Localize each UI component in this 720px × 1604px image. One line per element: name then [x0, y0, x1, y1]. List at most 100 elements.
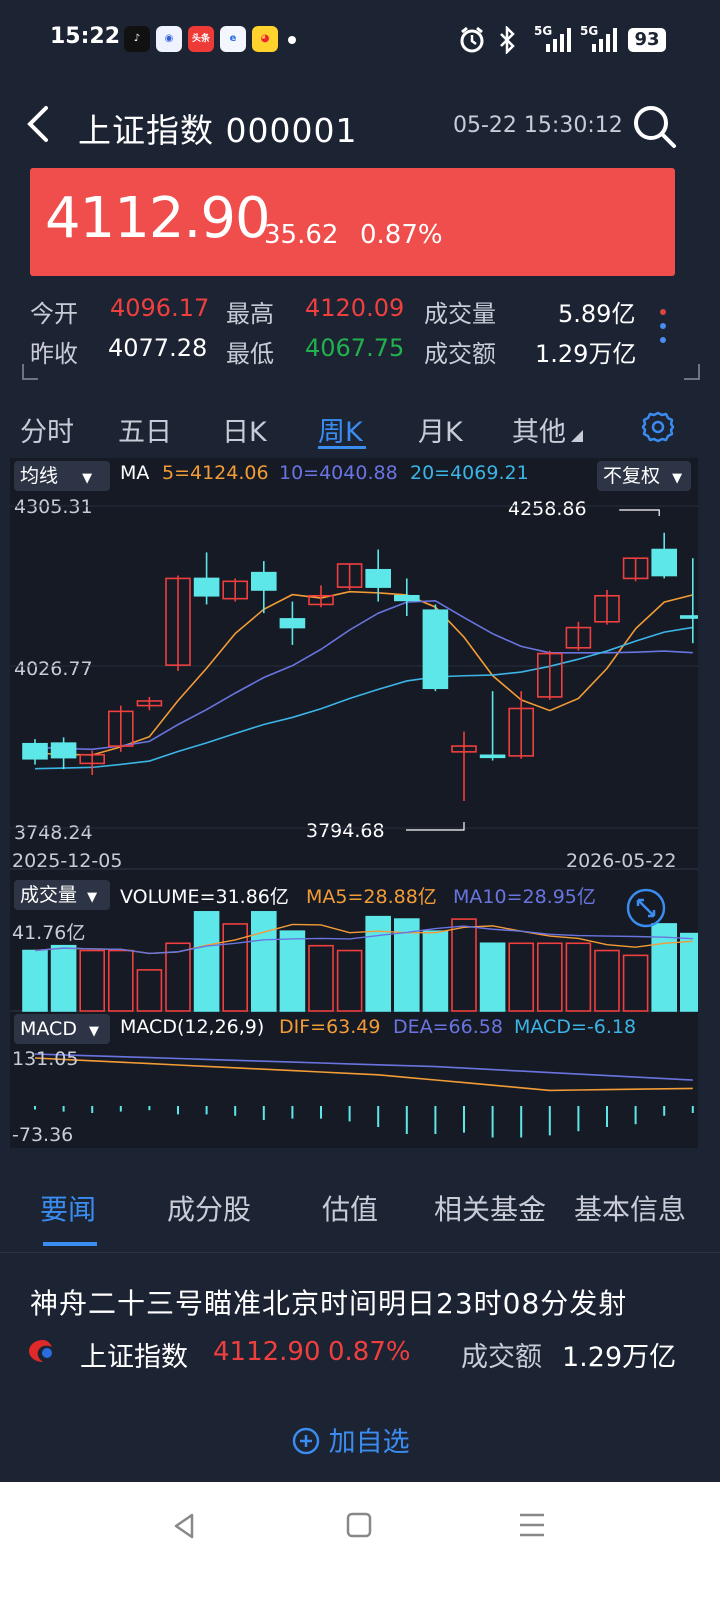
high-value: 4120.09	[305, 294, 405, 322]
index-logo-icon	[29, 1340, 52, 1362]
battery-indicator: 93	[628, 28, 666, 52]
kline-svg	[10, 505, 698, 1138]
ticker-amount-label: 成交额	[461, 1342, 542, 1373]
browser-icon: e	[220, 26, 246, 52]
last-price: 4112.90	[45, 186, 271, 251]
volume-bar	[251, 911, 277, 1012]
prev-close-value: 4077.28	[108, 334, 208, 362]
macd-params: MACD(12,26,9)	[120, 1016, 265, 1038]
ticker-name: 上证指数	[80, 1342, 188, 1373]
page-title: 上证指数 000001	[78, 111, 358, 150]
nav-home-icon[interactable]	[346, 1512, 372, 1538]
amount-value: 1.29万亿	[535, 340, 637, 368]
low-value: 4067.75	[305, 334, 405, 362]
system-nav-bar	[0, 1482, 720, 1604]
macd-dropdown[interactable]: MACD ▼	[14, 1014, 110, 1044]
volume-bar	[193, 911, 220, 1012]
ma5-line	[34, 590, 693, 756]
volume-bar	[308, 944, 334, 1012]
candle-body	[22, 742, 48, 760]
status-time: 15:22	[50, 24, 121, 49]
gear-icon[interactable]	[641, 410, 675, 444]
macd-dea: DEA=66.58	[393, 1016, 503, 1038]
candle-body	[193, 577, 220, 597]
baidu-icon: ◉	[156, 26, 182, 52]
tab-intraday[interactable]: 分时	[20, 410, 74, 449]
bluetooth-icon	[500, 26, 515, 54]
tab-other[interactable]: 其他	[512, 410, 566, 449]
candle-body	[393, 594, 420, 602]
volume-bar	[594, 949, 620, 1012]
volume-dropdown-label: 成交量	[20, 884, 78, 906]
news-headline[interactable]: 神舟二十三号瞄准北京时间明日23时08分发射	[30, 1282, 627, 1322]
toutiao-icon: 头条	[188, 26, 214, 52]
quote-datetime: 05-22 15:30:12	[453, 113, 623, 138]
nav-back-icon[interactable]	[170, 1512, 198, 1540]
tab-active-underline	[318, 446, 366, 449]
fullscreen-toggle-icon[interactable]	[626, 888, 666, 928]
notification-dot-icon	[288, 36, 296, 44]
tab-monthly-k[interactable]: 月K	[418, 410, 463, 449]
tab-five-day[interactable]: 五日	[118, 410, 172, 449]
tab-news[interactable]: 要闻	[40, 1188, 96, 1228]
divider	[0, 1252, 720, 1253]
max-leader-line	[619, 509, 660, 516]
volume-ma10-line	[34, 925, 693, 955]
expand-corner-left	[22, 364, 38, 380]
candle-body	[50, 742, 77, 759]
bottom-tab-underline	[43, 1242, 97, 1246]
dropdown-corner-icon	[571, 430, 583, 442]
ticker-pct: 0.87%	[328, 1337, 411, 1367]
volume-bar	[165, 942, 191, 1012]
add-favorite-button[interactable]: 加自选	[292, 1420, 410, 1459]
tab-weekly-k[interactable]: 周K	[318, 410, 363, 449]
volume-dropdown[interactable]: 成交量 ▼	[14, 880, 110, 910]
signal-1-icon	[546, 28, 571, 52]
volume-value: 5.89亿	[558, 300, 636, 328]
back-arrow-icon[interactable]	[24, 104, 50, 144]
volume-bar	[565, 942, 592, 1012]
macd-y-bottom: -73.36	[12, 1124, 74, 1146]
tab-constituents[interactable]: 成分股	[167, 1188, 251, 1228]
macd-dea-line	[34, 1053, 693, 1081]
open-value: 4096.17	[110, 294, 210, 322]
ma20-line	[34, 626, 693, 770]
candle-body	[651, 548, 678, 577]
volume-ma5: MA5=28.88亿	[306, 886, 437, 908]
signal-2-icon	[592, 28, 617, 52]
alarm-icon	[460, 26, 484, 53]
candle-body	[279, 618, 306, 629]
add-favorite-label: 加自选	[328, 1427, 410, 1458]
open-label: 今开	[30, 300, 78, 328]
ma10-line	[34, 600, 693, 751]
volume-bar	[622, 954, 649, 1012]
tab-related-funds[interactable]: 相关基金	[434, 1188, 546, 1228]
volume-bar	[22, 949, 48, 1012]
candle-body	[251, 571, 277, 591]
ticker-price: 4112.90	[213, 1337, 321, 1367]
low-label: 最低	[226, 340, 274, 368]
more-vertical-icon[interactable]	[658, 308, 668, 344]
volume-label: 成交量	[424, 300, 496, 328]
high-label: 最高	[226, 300, 274, 328]
macd-dropdown-label: MACD	[20, 1018, 77, 1040]
volume-bar	[536, 942, 563, 1012]
search-icon[interactable]	[630, 102, 678, 150]
tab-basic-info[interactable]: 基本信息	[574, 1188, 686, 1228]
volume-bar	[336, 949, 363, 1012]
status-bar: 15:22 ♪ ◉ 头条 e ◕ 5G 5G 93	[0, 0, 720, 80]
candle-body	[479, 754, 506, 759]
tab-valuation[interactable]: 估值	[322, 1188, 378, 1228]
plus-circle-icon	[292, 1427, 320, 1455]
price-change: 35.62	[264, 220, 339, 250]
price-change-pct: 0.87%	[360, 220, 443, 250]
min-leader-line	[406, 822, 465, 831]
weibo-icon: ◕	[252, 26, 278, 52]
volume-ma10: MA10=28.95亿	[453, 886, 596, 908]
tab-daily-k[interactable]: 日K	[222, 410, 267, 449]
tiktok-icon: ♪	[124, 26, 150, 52]
macd-y-top: 131.05	[12, 1048, 79, 1070]
volume-ma5-line	[34, 923, 693, 955]
nav-menu-icon[interactable]	[518, 1512, 546, 1538]
volume-bar	[479, 942, 506, 1012]
